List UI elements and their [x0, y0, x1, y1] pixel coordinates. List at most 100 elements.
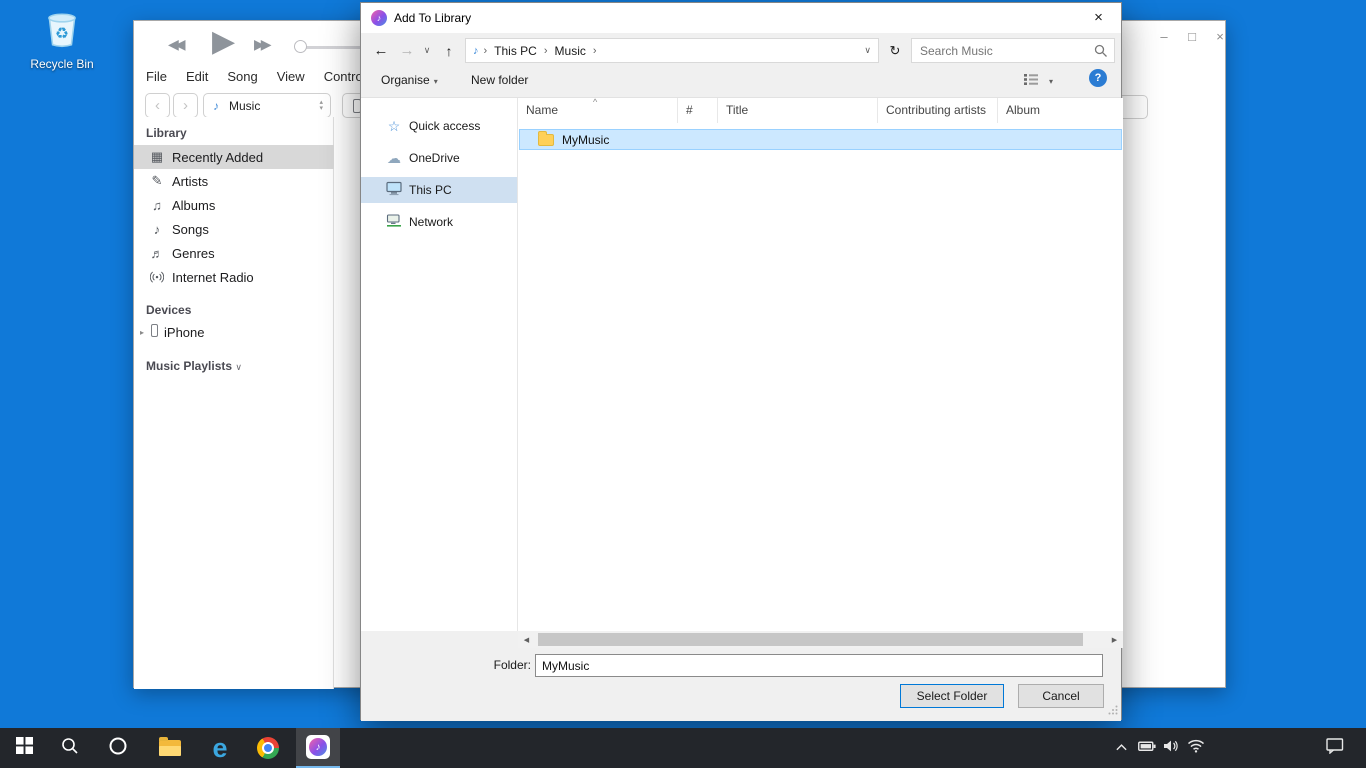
sidebar-item-albums[interactable]: ♫ Albums	[134, 193, 334, 217]
itunes-taskbar-button[interactable]: ♪	[296, 728, 340, 768]
nav-pane-this-pc[interactable]: This PC	[361, 177, 517, 203]
sidebar-item-recently-added[interactable]: ▦ Recently Added	[134, 145, 334, 169]
start-button[interactable]	[2, 728, 46, 768]
address-dropdown-icon[interactable]: ∨	[864, 45, 871, 56]
star-icon: ☆	[385, 118, 403, 135]
dialog-nav-pane: ☆ Quick access ☁ OneDrive This PC	[361, 98, 517, 631]
recent-locations-dropdown[interactable]: ∨	[419, 38, 435, 63]
pen-icon: ✎	[148, 173, 166, 189]
view-mode-dropdown-icon[interactable]: ▾	[1049, 77, 1053, 86]
file-explorer-button[interactable]	[148, 728, 192, 768]
tray-network[interactable]	[1182, 728, 1210, 768]
organise-menu[interactable]: Organise▾	[381, 73, 438, 87]
scrollbar-thumb[interactable]	[538, 633, 1083, 646]
expander-icon[interactable]: ▸	[140, 328, 144, 337]
column-header-contributing-artists[interactable]: Contributing artists	[878, 98, 998, 123]
refresh-button[interactable]: ↻	[883, 38, 907, 63]
column-header-number[interactable]: #	[678, 98, 718, 123]
itunes-forward-button[interactable]: ›	[173, 93, 198, 118]
menu-edit[interactable]: Edit	[186, 69, 208, 89]
select-folder-button[interactable]: Select Folder	[900, 684, 1004, 708]
devices-header: Devices	[146, 303, 191, 317]
rewind-button[interactable]: ◀◀	[168, 36, 182, 53]
view-mode-icon[interactable]	[1023, 72, 1039, 90]
dialog-titlebar[interactable]: ♪ Add To Library ×	[361, 3, 1121, 33]
music-note-icon: ♪	[213, 99, 219, 113]
chrome-button[interactable]	[246, 728, 290, 768]
taskbar: e ♪	[0, 728, 1366, 768]
cortana-button[interactable]	[96, 728, 140, 768]
action-center-button[interactable]	[1318, 728, 1352, 768]
sidebar-item-iphone[interactable]: ▸ iPhone	[134, 320, 334, 344]
nav-back-button[interactable]: ←	[369, 38, 393, 63]
sidebar-item-songs[interactable]: ♪ Songs	[134, 217, 334, 241]
close-button[interactable]: ×	[1208, 27, 1232, 45]
new-folder-button[interactable]: New folder	[471, 73, 528, 87]
breadcrumb-music[interactable]: Music	[555, 44, 586, 58]
nav-pane-onedrive[interactable]: ☁ OneDrive	[361, 145, 517, 171]
column-header-name[interactable]: Name	[518, 98, 678, 123]
edge-button[interactable]: e	[198, 728, 242, 768]
maximize-button[interactable]: □	[1180, 27, 1204, 45]
nav-pane-quick-access[interactable]: ☆ Quick access	[361, 113, 517, 139]
cancel-button[interactable]: Cancel	[1018, 684, 1104, 708]
tray-volume[interactable]	[1158, 728, 1184, 768]
chevron-down-icon: ∨	[235, 362, 242, 372]
nav-pane-network[interactable]: Network	[361, 209, 517, 235]
menu-view[interactable]: View	[277, 69, 305, 89]
folder-name-input[interactable]	[535, 654, 1103, 677]
scroll-left-icon[interactable]: ◀	[518, 631, 535, 648]
tray-battery[interactable]	[1134, 728, 1160, 768]
dialog-close-button[interactable]: ×	[1076, 3, 1121, 32]
menu-file[interactable]: File	[146, 69, 167, 89]
file-row-mymusic[interactable]: MyMusic	[519, 129, 1122, 150]
folder-icon	[159, 740, 181, 756]
crumb-separator-icon: ›	[484, 45, 488, 57]
volume-knob[interactable]	[294, 40, 307, 53]
recycle-bin[interactable]: ♻ Recycle Bin	[28, 6, 96, 71]
svg-text:♻: ♻	[55, 25, 69, 42]
file-list	[518, 98, 1123, 631]
help-button[interactable]: ?	[1089, 69, 1107, 87]
broadcast-icon	[148, 269, 166, 285]
media-selector[interactable]: ♪ Music ▴▾	[203, 93, 331, 118]
windows-logo-icon	[16, 737, 33, 759]
menu-song[interactable]: Song	[227, 69, 257, 89]
music-folder-icon: ♪	[473, 45, 479, 57]
folder-label: Folder:	[487, 658, 531, 672]
sidebar-item-genres[interactable]: ♬ Genres	[134, 241, 334, 265]
phone-icon	[151, 324, 158, 340]
edge-icon: e	[212, 735, 227, 762]
nav-forward-button[interactable]: →	[395, 38, 419, 63]
itunes-icon: ♪	[306, 735, 330, 759]
resize-grip[interactable]	[1108, 704, 1118, 718]
wifi-icon	[1187, 739, 1205, 758]
tray-show-hidden-icons[interactable]	[1108, 728, 1134, 768]
library-header: Library	[146, 126, 187, 140]
itunes-back-button[interactable]: ‹	[145, 93, 170, 118]
search-icon[interactable]	[1094, 44, 1108, 61]
horizontal-scrollbar[interactable]: ◀ ▶	[518, 631, 1123, 648]
media-selector-label: Music	[229, 99, 260, 113]
play-button[interactable]: ▶	[212, 24, 235, 59]
add-to-library-dialog: ♪ Add To Library × ← → ∨ ↑ ♪ › This PC ›…	[360, 2, 1122, 720]
scroll-right-icon[interactable]: ▶	[1106, 631, 1123, 648]
music-playlists-header[interactable]: Music Playlists ∨	[146, 359, 242, 373]
sidebar-item-internet-radio[interactable]: Internet Radio	[134, 265, 334, 289]
computer-icon	[385, 181, 403, 199]
nav-up-button[interactable]: ↑	[437, 38, 461, 63]
dialog-footer: Folder: Select Folder Cancel	[361, 648, 1121, 721]
search-box[interactable]	[911, 38, 1115, 63]
column-header-album[interactable]: Album	[998, 98, 1123, 123]
search-input[interactable]	[912, 39, 1114, 62]
taskbar-search-button[interactable]	[48, 728, 92, 768]
forward-button[interactable]: ▶▶	[254, 36, 268, 53]
desktop: ♻ Recycle Bin ◀◀ ▶ ▶▶ – □ × File Edit So…	[0, 0, 1366, 768]
address-bar[interactable]: ♪ › This PC › Music › ∨	[465, 38, 879, 63]
folder-icon	[538, 134, 554, 146]
breadcrumb-this-pc[interactable]: This PC	[494, 44, 537, 58]
sidebar-item-artists[interactable]: ✎ Artists	[134, 169, 334, 193]
note-icon: ♪	[148, 222, 166, 237]
column-header-title[interactable]: Title	[718, 98, 878, 123]
minimize-button[interactable]: –	[1152, 27, 1176, 45]
